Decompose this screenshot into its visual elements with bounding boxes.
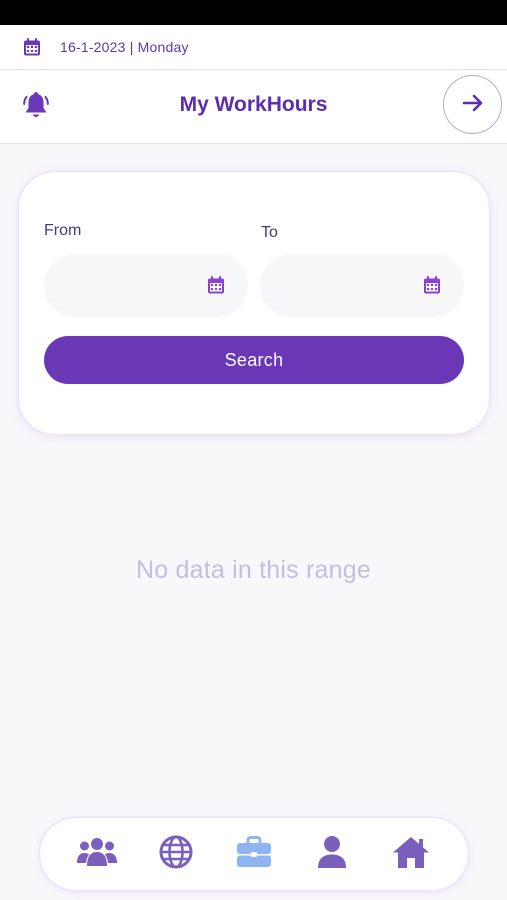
nav-item-work[interactable] [232, 832, 276, 876]
to-label: To [261, 224, 278, 241]
calendar-icon[interactable] [206, 275, 226, 295]
empty-state-message: No data in this range [136, 556, 371, 584]
calendar-icon[interactable] [422, 275, 442, 295]
globe-icon [159, 835, 193, 874]
current-date: 16-1-2023 | Monday [60, 39, 189, 55]
calendar-icon [22, 37, 42, 57]
app-header: My WorkHours [0, 71, 507, 144]
user-icon [317, 835, 347, 874]
search-button[interactable]: Search [44, 336, 464, 384]
nav-item-profile[interactable] [310, 832, 354, 876]
from-label: From [44, 222, 82, 239]
bottom-nav [40, 818, 468, 890]
to-date-field[interactable] [260, 254, 464, 317]
next-button[interactable] [443, 75, 502, 134]
nav-item-team[interactable] [75, 832, 119, 876]
page-title: My WorkHours [179, 93, 328, 116]
arrow-right-icon [460, 90, 486, 119]
briefcase-icon [236, 835, 272, 873]
date-range-card: From To Search [19, 172, 489, 434]
status-bar [0, 0, 507, 25]
users-group-icon [76, 836, 118, 873]
from-date-field[interactable] [44, 254, 248, 317]
nav-item-home[interactable] [389, 832, 433, 876]
home-icon [392, 835, 430, 874]
nav-item-globe[interactable] [154, 832, 198, 876]
date-bar: 16-1-2023 | Monday [0, 25, 507, 70]
